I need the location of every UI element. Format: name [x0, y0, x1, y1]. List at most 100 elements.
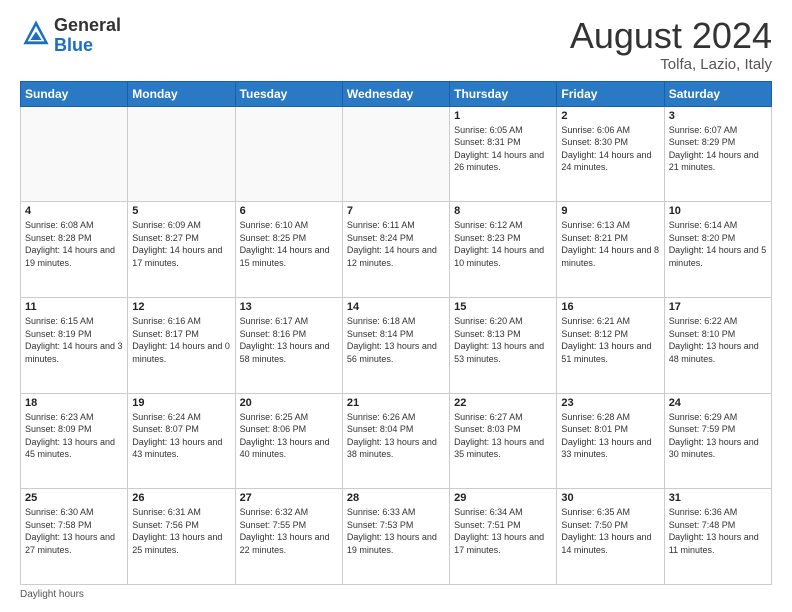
day-number: 4 — [25, 205, 123, 217]
day-number: 31 — [669, 492, 767, 504]
day-detail: Sunrise: 6:05 AM Sunset: 8:31 PM Dayligh… — [454, 124, 552, 174]
calendar-week-1: 1 Sunrise: 6:05 AM Sunset: 8:31 PM Daylig… — [21, 106, 772, 202]
day-number: 9 — [561, 205, 659, 217]
calendar-cell: 25Sunrise: 6:30 AM Sunset: 7:58 PM Dayli… — [21, 489, 128, 585]
calendar-cell: 27Sunrise: 6:32 AM Sunset: 7:55 PM Dayli… — [235, 489, 342, 585]
calendar-cell: 21 Sunrise: 6:26 AM Sunset: 8:04 PM Dayli… — [342, 393, 449, 489]
footer: Daylight hours — [20, 589, 772, 600]
day-number: 28 — [347, 492, 445, 504]
day-detail: Sunrise: 6:18 AM Sunset: 8:14 PM Dayligh… — [347, 315, 445, 365]
calendar-cell: 8Sunrise: 6:12 AM Sunset: 8:23 PM Daylig… — [450, 202, 557, 298]
calendar-cell: 3 Sunrise: 6:07 AM Sunset: 8:29 PM Daylig… — [664, 106, 771, 202]
title-block: August 2024 Tolfa, Lazio, Italy — [570, 16, 772, 73]
calendar-cell: 13 Sunrise: 6:17 AM Sunset: 8:16 PM Dayli… — [235, 297, 342, 393]
calendar-cell: 11 Sunrise: 6:15 AM Sunset: 8:19 PM Dayli… — [21, 297, 128, 393]
calendar-week-5: 25Sunrise: 6:30 AM Sunset: 7:58 PM Dayli… — [21, 489, 772, 585]
calendar-week-4: 18 Sunrise: 6:23 AM Sunset: 8:09 PM Dayli… — [21, 393, 772, 489]
day-detail: Sunrise: 6:26 AM Sunset: 8:04 PM Dayligh… — [347, 411, 445, 461]
day-number: 12 — [132, 301, 230, 313]
calendar-cell: 20 Sunrise: 6:25 AM Sunset: 8:06 PM Dayli… — [235, 393, 342, 489]
day-detail: Sunrise: 6:11 AM Sunset: 8:24 PM Dayligh… — [347, 219, 445, 269]
day-detail: Sunrise: 6:35 AM Sunset: 7:50 PM Dayligh… — [561, 506, 659, 556]
day-number: 26 — [132, 492, 230, 504]
col-thursday: Thursday — [450, 81, 557, 106]
logo: General Blue — [20, 16, 121, 56]
day-detail: Sunrise: 6:23 AM Sunset: 8:09 PM Dayligh… — [25, 411, 123, 461]
day-detail: Sunrise: 6:07 AM Sunset: 8:29 PM Dayligh… — [669, 124, 767, 174]
day-number: 13 — [240, 301, 338, 313]
col-wednesday: Wednesday — [342, 81, 449, 106]
calendar-cell: 30Sunrise: 6:35 AM Sunset: 7:50 PM Dayli… — [557, 489, 664, 585]
day-detail: Sunrise: 6:06 AM Sunset: 8:30 PM Dayligh… — [561, 124, 659, 174]
logo-text: General Blue — [54, 16, 121, 56]
header: General Blue August 2024 Tolfa, Lazio, I… — [20, 16, 772, 73]
location: Tolfa, Lazio, Italy — [570, 56, 772, 73]
calendar-cell: 7 Sunrise: 6:11 AM Sunset: 8:24 PM Daylig… — [342, 202, 449, 298]
calendar-week-3: 11 Sunrise: 6:15 AM Sunset: 8:19 PM Dayli… — [21, 297, 772, 393]
day-number: 16 — [561, 301, 659, 313]
calendar-cell: 28 Sunrise: 6:33 AM Sunset: 7:53 PM Dayli… — [342, 489, 449, 585]
calendar-cell: 29Sunrise: 6:34 AM Sunset: 7:51 PM Dayli… — [450, 489, 557, 585]
calendar-cell: 1 Sunrise: 6:05 AM Sunset: 8:31 PM Daylig… — [450, 106, 557, 202]
calendar-cell — [128, 106, 235, 202]
day-detail: Sunrise: 6:27 AM Sunset: 8:03 PM Dayligh… — [454, 411, 552, 461]
day-number: 15 — [454, 301, 552, 313]
day-number: 29 — [454, 492, 552, 504]
calendar-cell: 23 Sunrise: 6:28 AM Sunset: 8:01 PM Dayli… — [557, 393, 664, 489]
page: General Blue August 2024 Tolfa, Lazio, I… — [0, 0, 792, 612]
day-number: 18 — [25, 397, 123, 409]
day-detail: Sunrise: 6:10 AM Sunset: 8:25 PM Dayligh… — [240, 219, 338, 269]
day-number: 14 — [347, 301, 445, 313]
day-detail: Sunrise: 6:09 AM Sunset: 8:27 PM Dayligh… — [132, 219, 230, 269]
calendar-table: Sunday Monday Tuesday Wednesday Thursday… — [20, 81, 772, 585]
day-detail: Sunrise: 6:28 AM Sunset: 8:01 PM Dayligh… — [561, 411, 659, 461]
day-number: 7 — [347, 205, 445, 217]
day-number: 23 — [561, 397, 659, 409]
calendar-week-2: 4Sunrise: 6:08 AM Sunset: 8:28 PM Daylig… — [21, 202, 772, 298]
day-detail: Sunrise: 6:20 AM Sunset: 8:13 PM Dayligh… — [454, 315, 552, 365]
day-detail: Sunrise: 6:12 AM Sunset: 8:23 PM Dayligh… — [454, 219, 552, 269]
day-number: 24 — [669, 397, 767, 409]
calendar-cell: 19Sunrise: 6:24 AM Sunset: 8:07 PM Dayli… — [128, 393, 235, 489]
calendar-cell — [21, 106, 128, 202]
calendar-cell: 4Sunrise: 6:08 AM Sunset: 8:28 PM Daylig… — [21, 202, 128, 298]
day-detail: Sunrise: 6:22 AM Sunset: 8:10 PM Dayligh… — [669, 315, 767, 365]
day-number: 20 — [240, 397, 338, 409]
day-detail: Sunrise: 6:33 AM Sunset: 7:53 PM Dayligh… — [347, 506, 445, 556]
day-detail: Sunrise: 6:14 AM Sunset: 8:20 PM Dayligh… — [669, 219, 767, 269]
calendar-cell: 17Sunrise: 6:22 AM Sunset: 8:10 PM Dayli… — [664, 297, 771, 393]
day-detail: Sunrise: 6:15 AM Sunset: 8:19 PM Dayligh… — [25, 315, 123, 365]
day-detail: Sunrise: 6:17 AM Sunset: 8:16 PM Dayligh… — [240, 315, 338, 365]
col-saturday: Saturday — [664, 81, 771, 106]
day-detail: Sunrise: 6:21 AM Sunset: 8:12 PM Dayligh… — [561, 315, 659, 365]
day-detail: Sunrise: 6:25 AM Sunset: 8:06 PM Dayligh… — [240, 411, 338, 461]
calendar-cell: 2 Sunrise: 6:06 AM Sunset: 8:30 PM Daylig… — [557, 106, 664, 202]
calendar-cell: 22 Sunrise: 6:27 AM Sunset: 8:03 PM Dayli… — [450, 393, 557, 489]
day-number: 3 — [669, 110, 767, 122]
day-number: 1 — [454, 110, 552, 122]
calendar-cell: 5Sunrise: 6:09 AM Sunset: 8:27 PM Daylig… — [128, 202, 235, 298]
calendar-cell: 16 Sunrise: 6:21 AM Sunset: 8:12 PM Dayli… — [557, 297, 664, 393]
day-number: 21 — [347, 397, 445, 409]
day-detail: Sunrise: 6:29 AM Sunset: 7:59 PM Dayligh… — [669, 411, 767, 461]
logo-blue: Blue — [54, 35, 93, 55]
calendar-cell: 10Sunrise: 6:14 AM Sunset: 8:20 PM Dayli… — [664, 202, 771, 298]
col-sunday: Sunday — [21, 81, 128, 106]
day-number: 25 — [25, 492, 123, 504]
calendar-header-row: Sunday Monday Tuesday Wednesday Thursday… — [21, 81, 772, 106]
calendar-cell: 18 Sunrise: 6:23 AM Sunset: 8:09 PM Dayli… — [21, 393, 128, 489]
col-monday: Monday — [128, 81, 235, 106]
calendar-cell: 26 Sunrise: 6:31 AM Sunset: 7:56 PM Dayli… — [128, 489, 235, 585]
day-number: 11 — [25, 301, 123, 313]
daylight-label: Daylight hours — [20, 589, 84, 600]
calendar-cell: 31 Sunrise: 6:36 AM Sunset: 7:48 PM Dayli… — [664, 489, 771, 585]
day-detail: Sunrise: 6:31 AM Sunset: 7:56 PM Dayligh… — [132, 506, 230, 556]
calendar-cell — [342, 106, 449, 202]
day-number: 22 — [454, 397, 552, 409]
day-number: 2 — [561, 110, 659, 122]
day-number: 6 — [240, 205, 338, 217]
month-year: August 2024 — [570, 16, 772, 56]
col-tuesday: Tuesday — [235, 81, 342, 106]
day-detail: Sunrise: 6:36 AM Sunset: 7:48 PM Dayligh… — [669, 506, 767, 556]
calendar-cell: 15 Sunrise: 6:20 AM Sunset: 8:13 PM Dayli… — [450, 297, 557, 393]
